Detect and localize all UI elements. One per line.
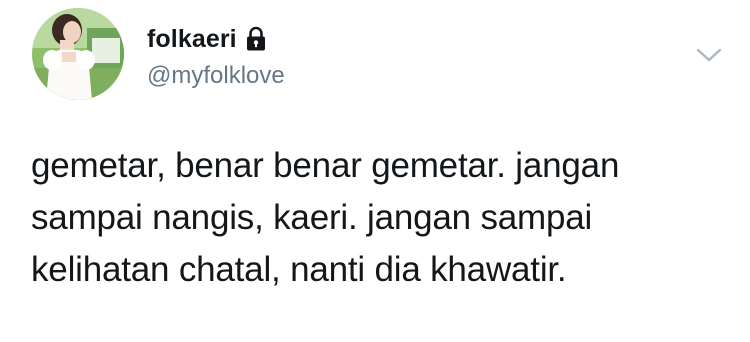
tweet-text-line: sampai nangis, kaeri. jangan sampai <box>31 198 593 237</box>
chevron-down-icon[interactable] <box>696 46 722 64</box>
lock-icon <box>246 26 265 51</box>
tweet-card: folkaeri @myfolklove gemetar, benar bena… <box>0 0 750 342</box>
tweet-text-line: kelihatan chatal, nanti dia khawatir. <box>31 250 567 289</box>
user-handle[interactable]: @myfolklove <box>147 62 285 90</box>
author-name-row[interactable]: folkaeri <box>147 24 267 54</box>
display-name[interactable]: folkaeri <box>147 25 237 54</box>
tweet-text: gemetar, benar benar gemetar. jangan sam… <box>31 140 731 296</box>
tweet-text-line: gemetar, benar benar gemetar. jangan <box>31 146 620 185</box>
avatar-photo <box>32 8 124 100</box>
avatar[interactable] <box>32 8 124 100</box>
